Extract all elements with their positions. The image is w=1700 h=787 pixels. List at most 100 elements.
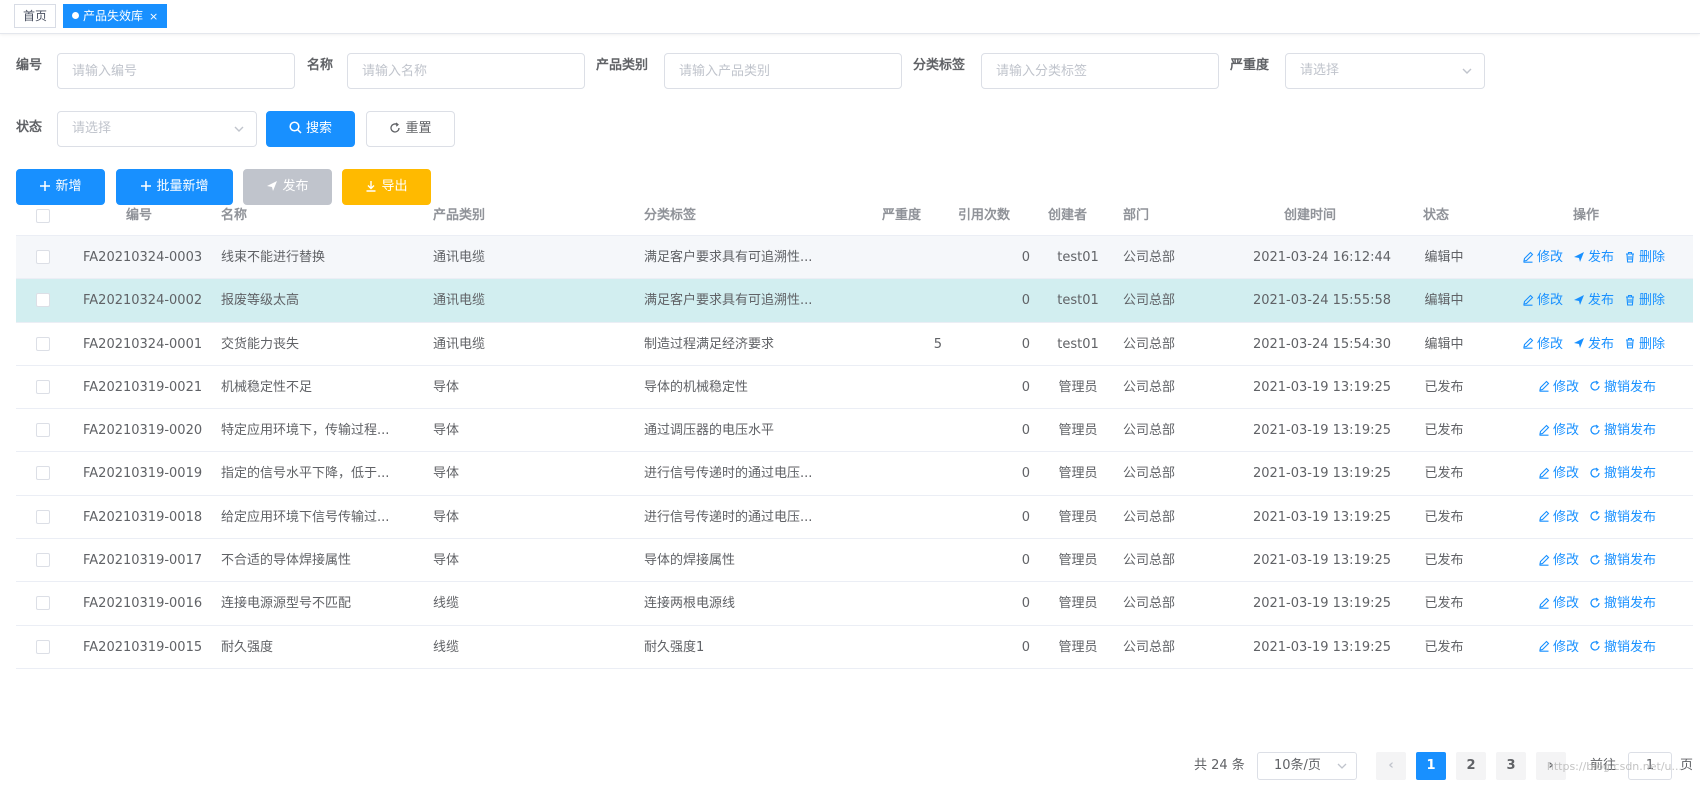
plus-icon [40, 180, 51, 191]
tab-product-failure-library[interactable]: 产品失效库 × [63, 4, 168, 28]
table-row[interactable]: FA20210319-0020 特定应用环境下，传输过程... 导体 通过调压器的电压… [16, 409, 1693, 453]
header-name[interactable]: 名称 [221, 196, 247, 236]
header-creator[interactable]: 创建者 [1048, 196, 1087, 236]
cell-creator: 管理员 [1058, 509, 1098, 525]
edit-link[interactable]: 修改 [1538, 539, 1579, 582]
cell-creator: 管理员 [1058, 553, 1098, 569]
edit-link[interactable]: 修改 [1538, 582, 1579, 625]
page-3-button[interactable]: 3 [1496, 752, 1526, 780]
table-row[interactable]: FA20210319-0021 机械稳定性不足 导体 导体的机械稳定性 0 管理员 公司总部… [16, 366, 1693, 410]
search-button[interactable]: 搜索 [266, 111, 355, 147]
page-size-value: 10条/页 [1274, 758, 1321, 773]
plus-icon [141, 180, 152, 191]
cell-name: 给定应用环境下信号传输过... [221, 509, 390, 525]
close-icon[interactable]: × [149, 10, 158, 23]
table-row[interactable]: FA20210319-0017 不合适的导体焊接属性 导体 导体的焊接属性 0 管理员 公司… [16, 539, 1693, 583]
revoke-publish-link[interactable]: 撤销发布 [1589, 496, 1656, 539]
row-checkbox[interactable] [36, 639, 50, 654]
header-status[interactable]: 状态 [1423, 196, 1449, 236]
publish-link[interactable]: 发布 [1573, 323, 1614, 366]
header-created[interactable]: 创建时间 [1284, 196, 1336, 236]
delete-icon [1626, 338, 1635, 349]
edit-link-label: 修改 [1553, 379, 1580, 395]
table-row[interactable]: FA20210319-0015 耐久强度 线缆 耐久强度1 0 管理员 公司总部 2021-0… [16, 626, 1693, 669]
status-select[interactable]: 请选择 [57, 111, 257, 147]
row-checkbox[interactable] [36, 379, 50, 394]
header-dept[interactable]: 部门 [1123, 196, 1149, 236]
header-refs[interactable]: 引用次数 [958, 196, 1010, 236]
publish-link[interactable]: 发布 [1573, 279, 1614, 322]
delete-link[interactable]: 删除 [1624, 279, 1665, 322]
revoke-publish-link[interactable]: 撤销发布 [1589, 582, 1656, 625]
row-checkbox[interactable] [36, 423, 50, 438]
code-input[interactable] [57, 53, 295, 89]
row-checkbox[interactable] [36, 250, 50, 264]
table-row[interactable]: FA20210324-0002 报废等级太高 通讯电缆 满足客户要求具有可追溯性...… [16, 279, 1693, 323]
edit-link[interactable]: 修改 [1522, 236, 1563, 279]
severity-select[interactable]: 请选择 [1285, 53, 1485, 89]
table-header: 编号 名称 产品类别 分类标签 严重度 引用次数 创建者 部门 创建时间 状态 … [16, 196, 1693, 236]
revoke-publish-link[interactable]: 撤销发布 [1589, 626, 1656, 669]
cell-dept: 公司总部 [1123, 379, 1176, 395]
cell-created: 2021-03-24 15:55:58 [1252, 293, 1392, 309]
revoke-publish-link[interactable]: 撤销发布 [1589, 409, 1656, 452]
delete-link[interactable]: 删除 [1624, 236, 1665, 279]
edit-link[interactable]: 修改 [1522, 323, 1563, 366]
cell-dept: 公司总部 [1123, 553, 1176, 569]
reset-button[interactable]: 重置 [366, 111, 455, 147]
watermark-url: https://blog.csdn.net/u... [1546, 760, 1682, 773]
page-size-select[interactable]: 10条/页 [1257, 752, 1357, 780]
edit-link[interactable]: 修改 [1538, 496, 1579, 539]
row-checkbox[interactable] [36, 336, 50, 351]
export-button-label: 导出 [381, 179, 408, 194]
edit-link[interactable]: 修改 [1538, 452, 1579, 495]
delete-link-label: 删除 [1639, 336, 1666, 352]
row-checkbox[interactable] [36, 293, 50, 308]
revoke-publish-link[interactable]: 撤销发布 [1589, 539, 1656, 582]
edit-link[interactable]: 修改 [1538, 626, 1579, 669]
header-category[interactable]: 产品类别 [433, 196, 485, 236]
cell-code: FA20210324-0001 [83, 336, 203, 352]
page-1-button[interactable]: 1 [1416, 752, 1446, 780]
cell-dept: 公司总部 [1123, 293, 1176, 309]
edit-link[interactable]: 修改 [1538, 409, 1579, 452]
row-checkbox[interactable] [36, 509, 50, 524]
cell-tag: 满足客户要求具有可追溯性... [644, 250, 813, 265]
publish-link[interactable]: 发布 [1573, 236, 1614, 279]
cell-category: 通讯电缆 [433, 293, 486, 309]
select-all-checkbox[interactable] [36, 209, 50, 223]
table-row[interactable]: FA20210319-0016 连接电源源型号不匹配 线缆 连接两根电源线 0 管理员 公司… [16, 582, 1693, 626]
cell-created: 2021-03-19 13:19:25 [1252, 509, 1392, 525]
row-checkbox[interactable] [36, 596, 50, 611]
header-severity[interactable]: 严重度 [882, 196, 921, 236]
category-input[interactable] [664, 53, 902, 89]
tag-input[interactable] [981, 53, 1219, 89]
header-code[interactable]: 编号 [126, 196, 152, 236]
edit-link-label: 修改 [1553, 596, 1580, 612]
page-2-button[interactable]: 2 [1456, 752, 1486, 780]
cell-category: 导体 [433, 509, 460, 525]
cell-code: FA20210319-0020 [83, 423, 203, 439]
prev-page-button[interactable]: ‹ [1376, 752, 1406, 780]
name-input[interactable] [347, 53, 585, 89]
edit-icon [1539, 424, 1550, 436]
cell-dept: 公司总部 [1123, 250, 1176, 265]
header-tag[interactable]: 分类标签 [644, 196, 696, 236]
send-icon [267, 180, 278, 191]
table-row[interactable]: FA20210324-0003 线束不能进行替换 通讯电缆 满足客户要求具有可追溯性.… [16, 236, 1693, 280]
edit-link[interactable]: 修改 [1522, 279, 1563, 322]
revoke-publish-link[interactable]: 撤销发布 [1589, 366, 1656, 409]
row-checkbox[interactable] [36, 553, 50, 568]
revoke-publish-link[interactable]: 撤销发布 [1589, 452, 1656, 495]
send-icon [1574, 294, 1585, 305]
search-icon [289, 121, 302, 134]
delete-link[interactable]: 删除 [1624, 323, 1665, 366]
tab-home[interactable]: 首页 [14, 4, 57, 28]
chevron-down-icon [1337, 763, 1347, 769]
table-row[interactable]: FA20210324-0001 交货能力丧失 通讯电缆 制造过程满足经济要求 5 0 tes… [16, 323, 1693, 366]
table-row[interactable]: FA20210319-0019 指定的信号水平下降，低于... 导体 进行信号传递时的… [16, 452, 1693, 496]
edit-link[interactable]: 修改 [1538, 366, 1579, 409]
row-checkbox[interactable] [36, 466, 50, 481]
tab-label: 产品失效库 [83, 9, 144, 23]
table-row[interactable]: FA20210319-0018 给定应用环境下信号传输过... 导体 进行信号传递时的… [16, 496, 1693, 540]
